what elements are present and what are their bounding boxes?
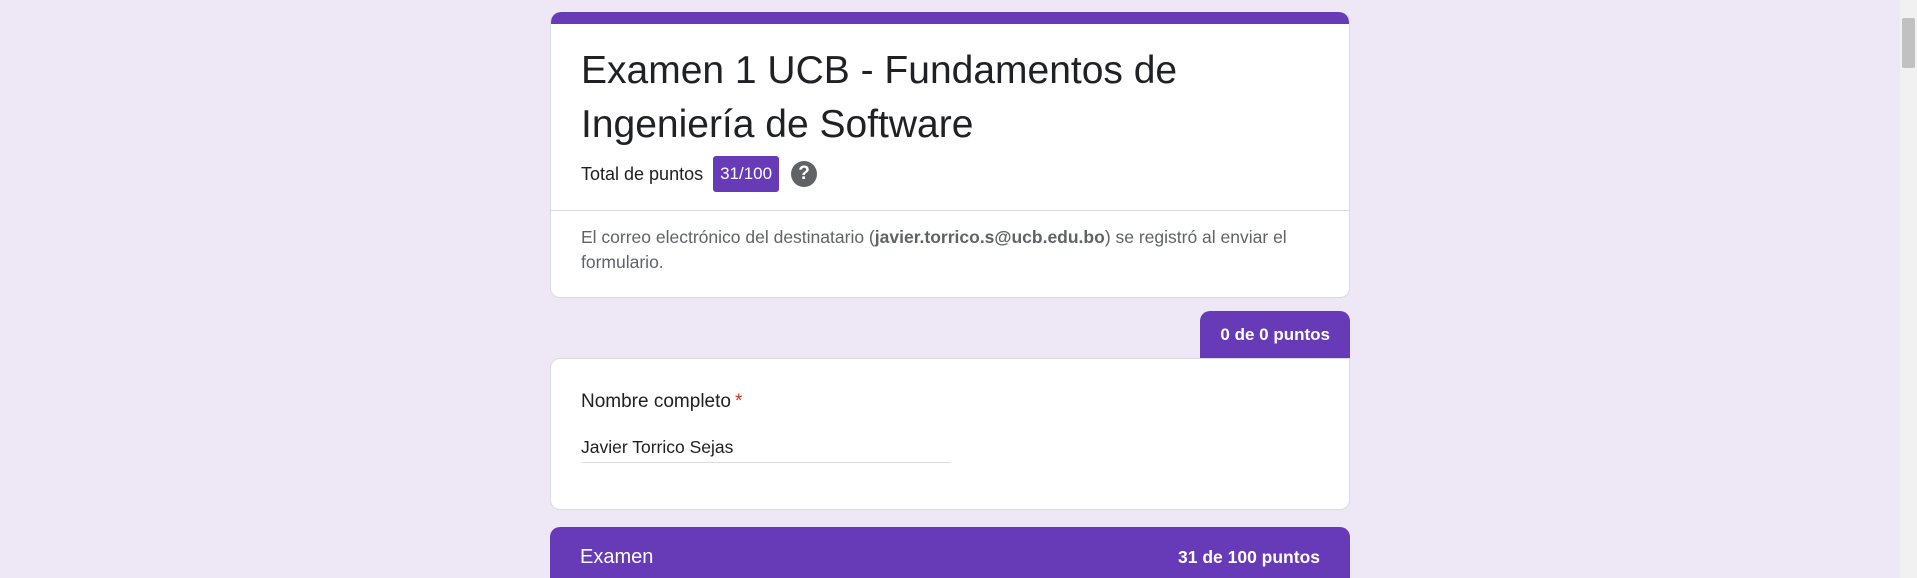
form-title: Examen 1 UCB - Fundamentos de Ingeniería… bbox=[581, 49, 1178, 146]
exam-section-header: Examen 31 de 100 puntos bbox=[550, 527, 1350, 578]
section-points-tab: 0 de 0 puntos bbox=[1200, 311, 1350, 358]
required-asterisk: * bbox=[734, 391, 743, 412]
answer-text: Javier Torrico Sejas bbox=[581, 437, 951, 463]
section-title: Examen bbox=[580, 545, 654, 568]
form-header-card: Examen 1 UCB - Fundamentos de Ingeniería… bbox=[550, 12, 1350, 298]
email-note-prefix: El correo electrónico del destinatario ( bbox=[581, 227, 875, 247]
form-column: Examen 1 UCB - Fundamentos de Ingeniería… bbox=[550, 12, 1350, 578]
recipient-email: javier.torrico.s@ucb.edu.bo bbox=[874, 227, 1105, 247]
score-badge: 31/100 bbox=[713, 156, 780, 192]
question-card: Nombre completo * Javier Torrico Sejas bbox=[550, 358, 1350, 510]
vertical-scrollbar[interactable] bbox=[1900, 0, 1917, 578]
help-icon[interactable]: ? bbox=[791, 161, 818, 187]
total-points-label: Total de puntos bbox=[581, 163, 704, 184]
section-points: 31 de 100 puntos bbox=[1178, 546, 1320, 567]
header-main: Examen 1 UCB - Fundamentos de Ingeniería… bbox=[551, 24, 1349, 211]
accent-bar bbox=[551, 12, 1349, 24]
question-label: Nombre completo bbox=[581, 391, 731, 412]
email-note: El correo electrónico del destinatario (… bbox=[551, 211, 1349, 297]
question-title: Nombre completo * bbox=[581, 389, 1319, 415]
section-points-row: 0 de 0 puntos bbox=[550, 311, 1350, 358]
scrollbar-thumb[interactable] bbox=[1902, 18, 1915, 68]
page: Examen 1 UCB - Fundamentos de Ingeniería… bbox=[0, 0, 1917, 578]
score-line: Total de puntos 31/100 ? bbox=[581, 156, 1319, 192]
